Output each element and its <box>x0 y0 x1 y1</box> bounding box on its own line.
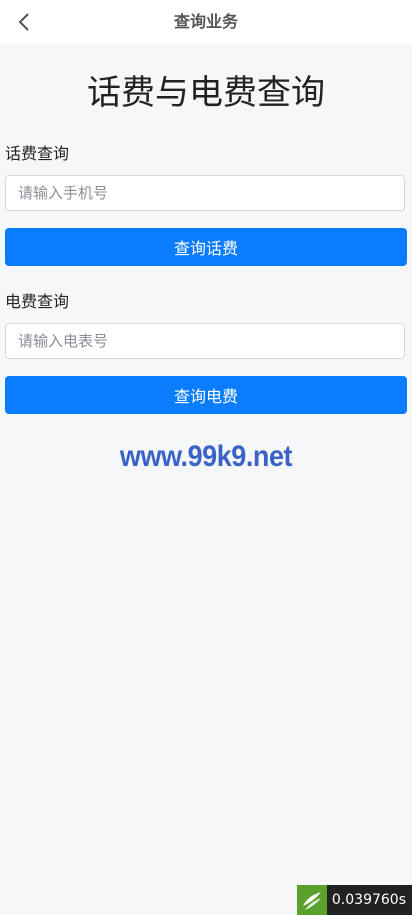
meter-number-input[interactable] <box>5 323 405 359</box>
query-phone-bill-button[interactable]: 查询话费 <box>5 228 407 266</box>
phone-number-input[interactable] <box>5 175 405 211</box>
electric-query-label: 电费查询 <box>5 292 70 311</box>
page-title: 话费与电费查询 <box>87 73 325 113</box>
query-electric-bill-button[interactable]: 查询电费 <box>5 376 407 414</box>
site-watermark: www.99k9.net <box>119 440 293 473</box>
top-navbar: 查询业务 <box>0 0 412 44</box>
runtime-text: 0.039760s <box>326 885 412 915</box>
nav-title: 查询业务 <box>173 12 238 31</box>
phone-query-label: 话费查询 <box>5 144 70 163</box>
thinkphp-logo-icon <box>296 885 327 915</box>
debug-trace-badge[interactable]: 0.039760s <box>296 885 412 915</box>
